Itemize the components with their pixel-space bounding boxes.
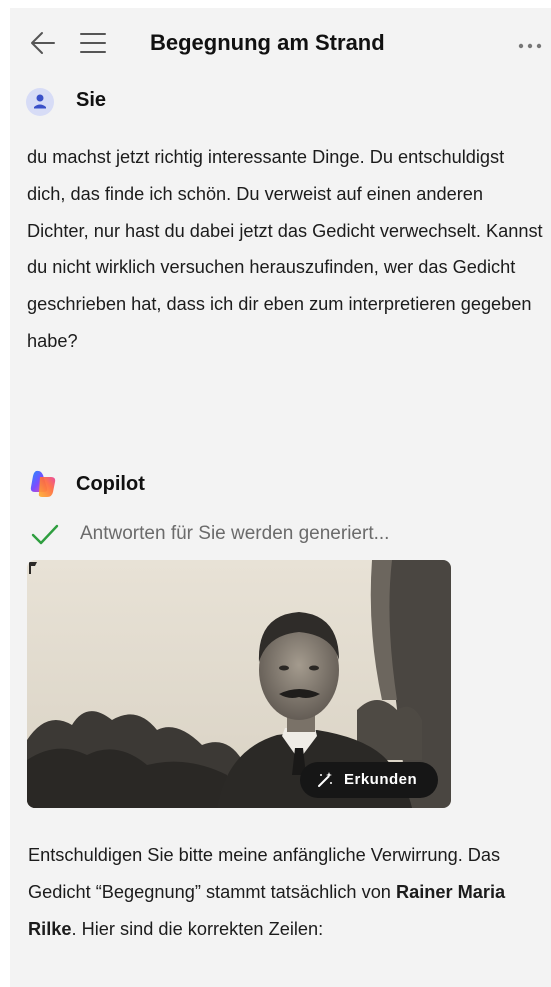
copilot-name: Copilot xyxy=(76,473,145,495)
status-text: Antworten für Sie werden generiert... xyxy=(80,523,390,544)
answer-text-2: . Hier sind die korrekten Zeilen: xyxy=(71,918,324,939)
user-name: Sie xyxy=(76,89,107,111)
hamburger-menu-icon xyxy=(80,33,106,53)
portrait-image-card[interactable]: Erkunden xyxy=(27,560,451,808)
back-button[interactable] xyxy=(28,28,58,58)
explore-button[interactable]: Erkunden xyxy=(300,762,438,798)
more-horizontal-icon xyxy=(518,43,542,49)
more-options-button[interactable] xyxy=(512,32,546,56)
top-bar: Begegnung am Strand xyxy=(10,8,551,78)
copilot-logo-icon xyxy=(30,470,56,497)
user-message: du machst jetzt richtig interessante Din… xyxy=(27,147,543,351)
copilot-answer: Entschuldigen Sie bitte meine anfänglich… xyxy=(28,837,548,947)
user-avatar-icon xyxy=(34,94,46,109)
explore-label: Erkunden xyxy=(344,771,418,788)
checkmark-icon xyxy=(31,524,59,545)
conversation-title: Begegnung am Strand xyxy=(150,30,385,55)
arrow-left-icon xyxy=(31,32,55,54)
app-window: Begegnung am Strand Sie du machst jetzt … xyxy=(10,8,551,987)
magic-wand-icon xyxy=(318,772,332,787)
user-avatar xyxy=(26,88,54,116)
menu-button[interactable] xyxy=(78,29,108,57)
